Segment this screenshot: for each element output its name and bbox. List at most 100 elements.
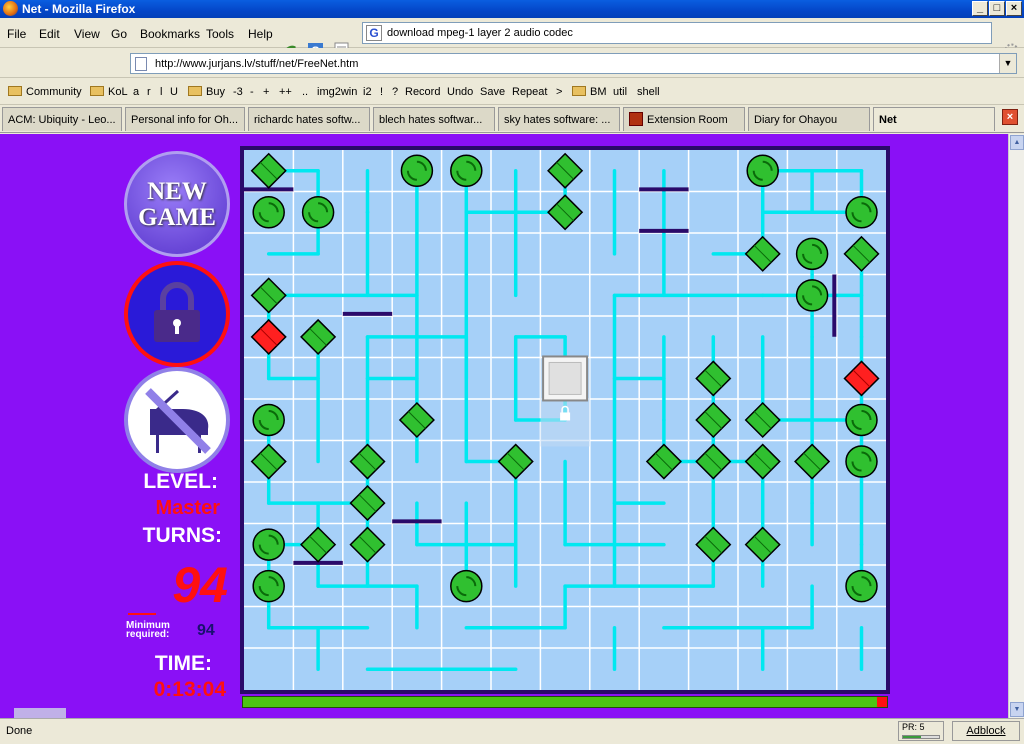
tab-richardc[interactable]: richardc hates softw...: [248, 107, 370, 131]
server-lock-icon: [560, 412, 571, 421]
bookmark-save[interactable]: Save: [480, 86, 505, 98]
bookmark-repeat[interactable]: Repeat: [512, 86, 547, 98]
url-dropdown-icon[interactable]: ▼: [999, 54, 1016, 73]
bookmark-folder-buy[interactable]: Buy: [188, 86, 225, 98]
bookmark-label: BM: [590, 86, 607, 98]
progress-end-marker: [877, 697, 887, 707]
computer-node: [450, 154, 483, 188]
window-title: Net - Mozilla Firefox: [22, 2, 136, 16]
maximize-button[interactable]: □: [989, 1, 1005, 16]
turns-underline: [128, 613, 156, 615]
server-face: [548, 361, 582, 395]
tab-personal-info[interactable]: Personal info for Oh...: [125, 107, 245, 131]
bookmark-dotdot[interactable]: ..: [302, 86, 308, 98]
search-box[interactable]: G download mpeg-1 layer 2 audio codec: [362, 22, 992, 44]
bookmarks-toolbar: Community KoL a r l U Buy -3 - + ++ .. i…: [0, 79, 1024, 105]
time-label: TIME:: [154, 652, 212, 675]
time-value: 0:13:04: [153, 678, 226, 701]
tab-sky[interactable]: sky hates software: ...: [498, 107, 620, 131]
tab-label: Extension Room: [647, 114, 728, 126]
tab-diary[interactable]: Diary for Ohayou: [748, 107, 870, 131]
bookmark-plus[interactable]: +: [263, 86, 269, 98]
close-window-button[interactable]: ×: [1006, 1, 1022, 16]
extension-room-icon: [629, 112, 643, 126]
menu-tools[interactable]: Tools: [206, 27, 234, 41]
search-engine-icon[interactable]: G: [366, 25, 382, 41]
turns-label: TURNS:: [142, 524, 222, 547]
tab-net[interactable]: Net: [873, 107, 995, 131]
bookmark-a[interactable]: a: [133, 86, 139, 98]
tab-extension-room[interactable]: Extension Room: [623, 107, 745, 131]
page-content: NEW GAME LEVEL: Master TURNS: 94 Minimum…: [0, 134, 1008, 718]
bookmark-folder-community[interactable]: Community: [8, 86, 82, 98]
scroll-up-icon[interactable]: ▲: [1010, 135, 1024, 150]
adblock-button[interactable]: Adblock: [952, 721, 1020, 741]
bookmark-img2win[interactable]: img2win: [317, 86, 357, 98]
scroll-down-icon[interactable]: ▼: [1010, 702, 1024, 717]
computer-node: [845, 403, 878, 437]
level-label: LEVEL:: [143, 470, 218, 493]
computer-node: [450, 569, 483, 603]
bookmark-exclaim[interactable]: !: [380, 86, 383, 98]
bookmark-l[interactable]: l: [160, 86, 162, 98]
menu-go[interactable]: Go: [111, 27, 127, 41]
url-input[interactable]: http://www.jurjans.lv/stuff/net/FreeNet.…: [155, 58, 358, 70]
turns-value: 94: [172, 557, 228, 613]
minimize-button[interactable]: _: [972, 1, 988, 16]
bookmark-shell[interactable]: shell: [637, 86, 660, 98]
bookmark-folder-bm[interactable]: BM: [572, 86, 607, 98]
close-tab-icon[interactable]: ×: [1002, 109, 1018, 125]
bookmark-i2[interactable]: i2: [363, 86, 372, 98]
bookmark-label: Community: [26, 86, 82, 98]
bookmark-question[interactable]: ?: [392, 86, 398, 98]
folder-icon: [90, 86, 104, 96]
vertical-scrollbar[interactable]: ▲ ▼: [1008, 134, 1024, 718]
bookmark-undo[interactable]: Undo: [447, 86, 473, 98]
bookmark-u[interactable]: U: [170, 86, 178, 98]
menu-view[interactable]: View: [74, 27, 100, 41]
sound-toggle-button[interactable]: [124, 367, 230, 473]
url-bar[interactable]: http://www.jurjans.lv/stuff/net/FreeNet.…: [130, 53, 1017, 74]
bookmark-next[interactable]: >: [556, 86, 562, 98]
computer-node: [252, 528, 285, 561]
bookmark-folder-kol[interactable]: KoL: [90, 86, 128, 98]
lock-button[interactable]: [124, 261, 230, 367]
folder-icon: [8, 86, 22, 96]
computer-node: [845, 196, 878, 229]
tab-blech[interactable]: blech hates softwar...: [373, 107, 495, 131]
menu-edit[interactable]: Edit: [39, 27, 60, 41]
folder-icon: [188, 86, 202, 96]
status-text: Done: [6, 725, 33, 737]
bookmark-plusplus[interactable]: ++: [279, 86, 292, 98]
menu-file[interactable]: File: [7, 27, 26, 41]
firefox-icon: [3, 1, 18, 16]
computer-node: [845, 569, 878, 603]
tab-bar: ACM: Ubiquity - Leo... Personal info for…: [0, 105, 1024, 133]
pagerank-text: PR: 5: [902, 722, 925, 732]
folder-icon: [572, 86, 586, 96]
page-icon: [135, 57, 147, 71]
minimum-value: 94: [197, 622, 215, 639]
minimum-label: Minimum required:: [126, 620, 170, 640]
bookmark-r[interactable]: r: [147, 86, 151, 98]
computer-node: [252, 403, 285, 437]
game-board: [240, 146, 890, 694]
menu-bookmarks[interactable]: Bookmarks: [140, 27, 200, 41]
bookmark-label: Buy: [206, 86, 225, 98]
bookmark-label: KoL: [108, 86, 128, 98]
bookmark-record[interactable]: Record: [405, 86, 440, 98]
status-bar: Done PR: 5 Adblock: [0, 718, 1024, 744]
level-value: Master: [155, 497, 220, 519]
computer-node: [400, 154, 434, 188]
computer-node: [301, 196, 335, 229]
search-input[interactable]: download mpeg-1 layer 2 audio codec: [387, 27, 573, 39]
bookmark-minus3[interactable]: -3: [233, 86, 243, 98]
new-game-button[interactable]: NEW GAME: [124, 151, 230, 257]
menu-help[interactable]: Help: [248, 27, 273, 41]
bookmark-util[interactable]: util: [613, 86, 627, 98]
tab-acm[interactable]: ACM: Ubiquity - Leo...: [2, 107, 122, 131]
pagerank-indicator: PR: 5: [898, 721, 944, 741]
muted-piano-icon: [145, 388, 211, 454]
board-grid[interactable]: [244, 150, 886, 690]
bookmark-minus[interactable]: -: [250, 86, 254, 98]
